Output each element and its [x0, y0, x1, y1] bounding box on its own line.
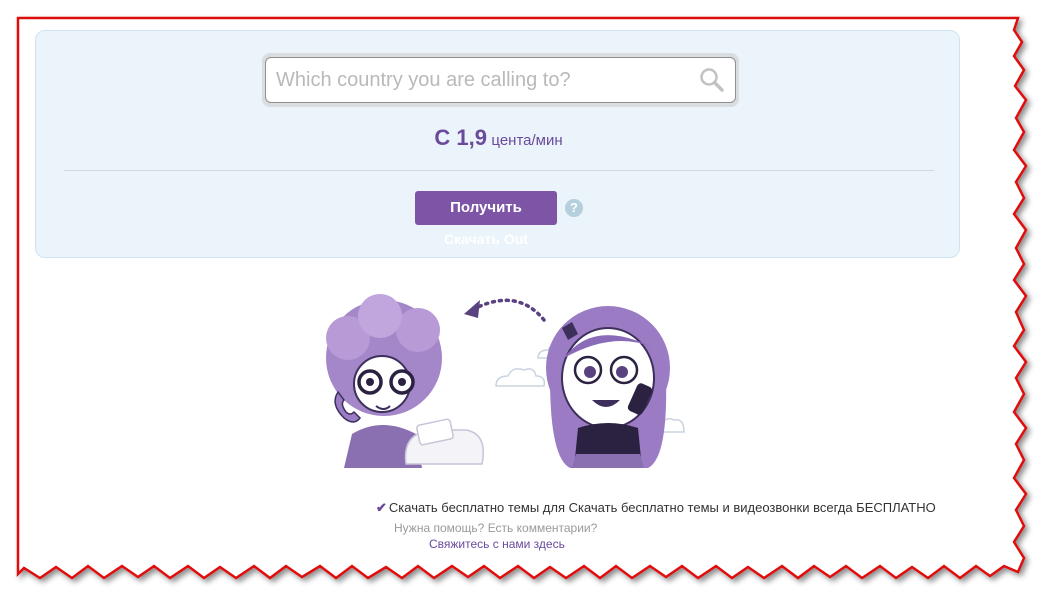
search-icon[interactable] — [699, 67, 725, 93]
get-button[interactable]: Получить — [415, 191, 557, 225]
girl-character — [546, 306, 670, 468]
divider — [64, 170, 934, 171]
search-box[interactable] — [265, 57, 736, 103]
calling-illustration — [326, 294, 685, 468]
help-text: Нужна помощь? Есть комментарии? — [394, 521, 598, 535]
free-calls-line: ✔ Скачать бесплатно темы для Скачать бесп… — [376, 500, 936, 516]
download-out-link[interactable]: Скачать Out — [415, 231, 557, 247]
cloud-icon — [495, 368, 546, 387]
rate-amount: С 1,9 — [434, 125, 487, 150]
contact-link[interactable]: Свяжитесь с нами здесь — [429, 537, 565, 551]
rotary-phone — [404, 418, 484, 465]
free-calls-text: Скачать бесплатно темы для Скачать беспл… — [388, 500, 936, 515]
rate-unit: цента/мин — [491, 132, 563, 149]
rates-panel: С 1,9 цента/мин Получить ? Скачать Out — [35, 30, 960, 258]
checkmark-icon: ✔ — [376, 500, 387, 515]
rate-display: С 1,9 цента/мин — [36, 125, 961, 151]
arrow-icon — [464, 298, 546, 322]
question-icon[interactable]: ? — [565, 199, 583, 217]
search-container — [262, 53, 739, 107]
country-search-input[interactable] — [266, 58, 686, 102]
